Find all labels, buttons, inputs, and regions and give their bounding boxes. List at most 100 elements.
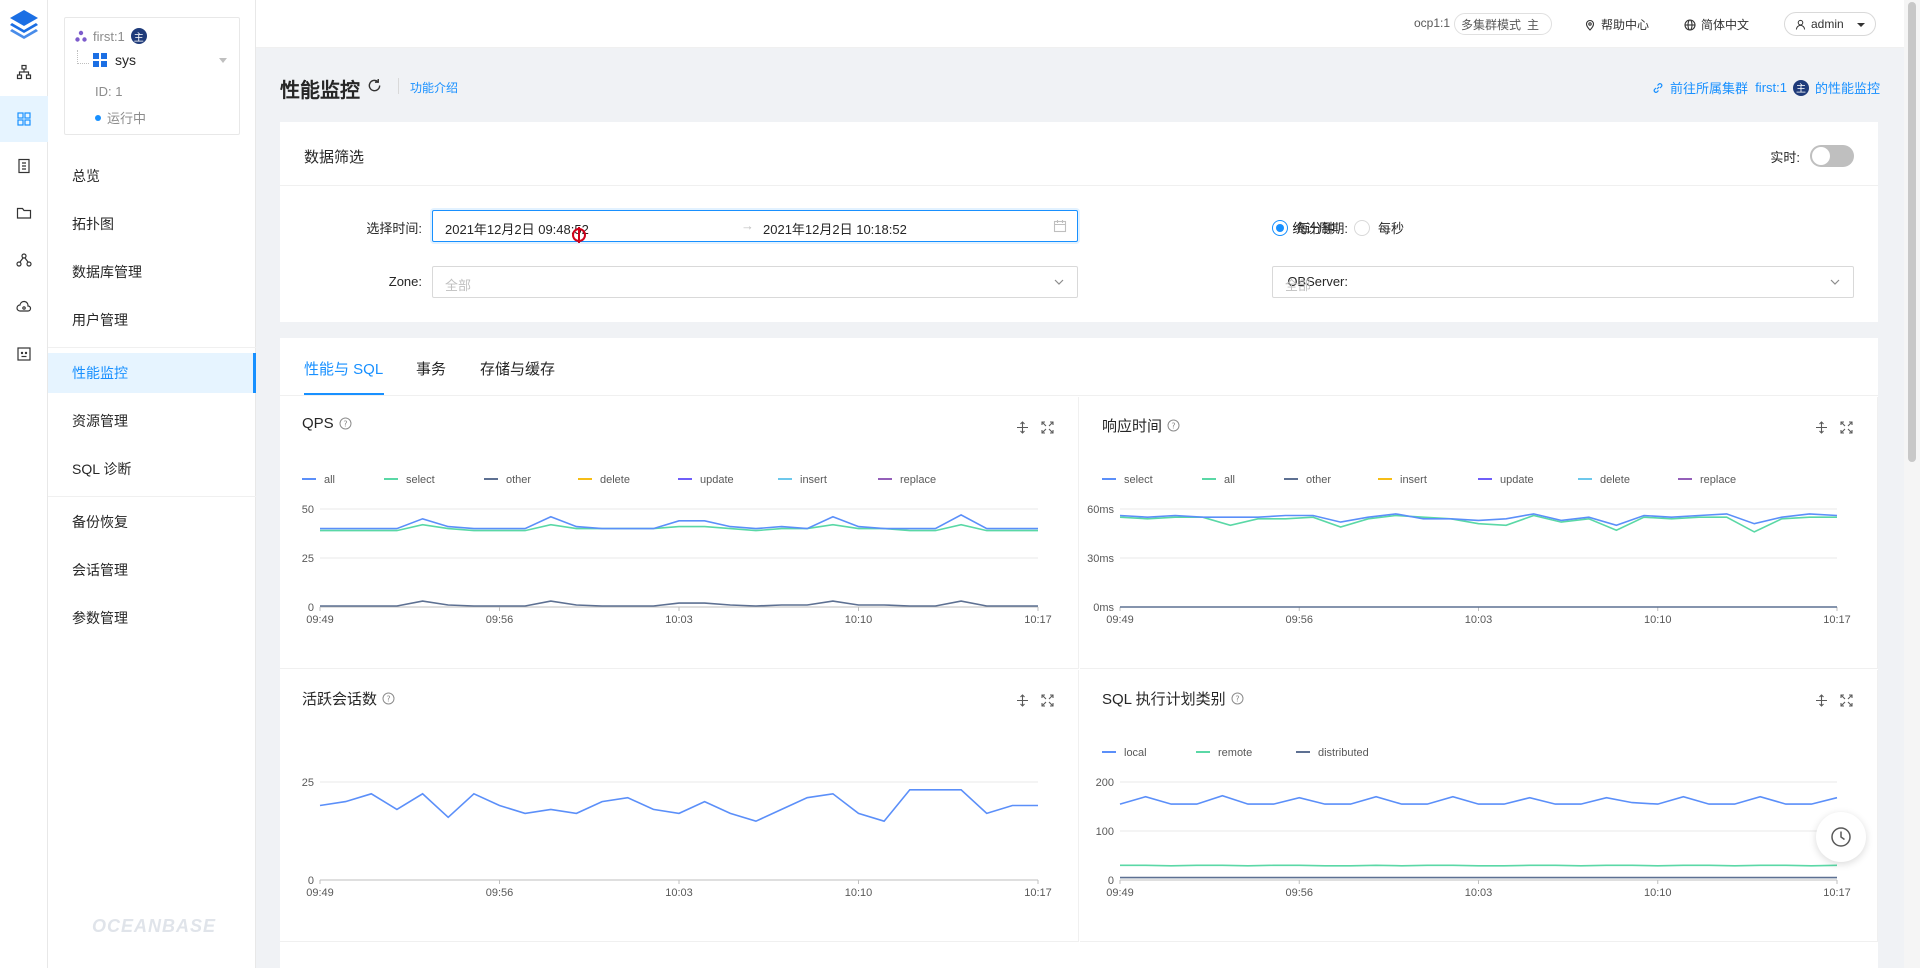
- cloud-icon[interactable]: [0, 284, 48, 330]
- x-tick-label: 09:49: [1106, 614, 1134, 626]
- legend-item: replace: [1700, 474, 1736, 486]
- x-tick-label: 09:56: [1285, 887, 1313, 899]
- clock-icon: [1831, 827, 1851, 847]
- radio-checked-icon: [1272, 219, 1288, 236]
- x-tick-label: 10:17: [1823, 614, 1851, 626]
- period-second-radio[interactable]: 每秒: [1354, 218, 1404, 237]
- link-icon: [1653, 82, 1663, 93]
- page-scrollbar[interactable]: [1904, 0, 1920, 968]
- y-tick-label: 0: [308, 875, 314, 887]
- legend-item: insert: [1400, 474, 1427, 486]
- x-tick-label: 09:49: [306, 887, 334, 899]
- tab-transactions[interactable]: 事务: [416, 358, 446, 379]
- ocp-instance: ocp1:1: [1414, 16, 1451, 30]
- tab-storage-cache[interactable]: 存储与缓存: [480, 358, 555, 379]
- cluster-mode-label: 多集群模式: [1461, 17, 1522, 32]
- tenant-id: ID: 1: [95, 84, 123, 99]
- observer-placeholder: 全部: [1285, 278, 1312, 293]
- legend-item: select: [1124, 474, 1153, 486]
- language-switch[interactable]: 简体中文: [1684, 16, 1749, 33]
- end-time-input[interactable]: 2021年12月2日 10:18:52: [763, 219, 907, 238]
- chart-canvas: all select other delete update insert replace 0…: [302, 474, 1052, 626]
- tenant-grid-icon[interactable]: [0, 96, 48, 142]
- refresh-icon[interactable]: [367, 78, 382, 93]
- menu-item-resources[interactable]: 资源管理: [48, 401, 256, 441]
- zone-select[interactable]: 全部: [432, 266, 1078, 298]
- cluster-label: first:1: [93, 28, 125, 44]
- feature-intro-link[interactable]: 功能介绍: [410, 79, 458, 96]
- active-sessions-panel: 活跃会话数? 0 25 09:49 09:56 10:03 10:10 10:17: [280, 670, 1079, 942]
- user-menu[interactable]: admin: [1784, 12, 1876, 36]
- tenant-selector[interactable]: first:1 主 sys ID: 1 运行中: [64, 17, 240, 135]
- menu-item-backup[interactable]: 备份恢复: [48, 502, 256, 542]
- menu-item-users[interactable]: 用户管理: [48, 300, 256, 340]
- menu-item-topology[interactable]: 拓扑图: [48, 204, 256, 244]
- x-tick-label: 09:56: [1285, 614, 1313, 626]
- chevron-down-icon: [1054, 279, 1064, 285]
- realtime-toggle[interactable]: [1810, 145, 1854, 167]
- help-center-link[interactable]: 帮助中心: [1584, 16, 1649, 33]
- y-tick-label: 60ms: [1087, 504, 1114, 516]
- menu-item-database[interactable]: 数据库管理: [48, 252, 256, 292]
- globe-icon: [1684, 18, 1696, 31]
- history-clock-button[interactable]: [1816, 812, 1866, 862]
- folder-icon[interactable]: [0, 190, 48, 236]
- icon-rail: [0, 0, 48, 968]
- y-tick-label: 50: [302, 504, 314, 516]
- monitor-face-icon[interactable]: [0, 331, 48, 377]
- zone-placeholder: 全部: [445, 278, 472, 293]
- chevron-down-icon: [1830, 279, 1840, 285]
- side-menu: first:1 主 sys ID: 1 运行中 总览 拓扑图 数据库管理 用户管…: [48, 0, 256, 968]
- oceanbase-logo-icon[interactable]: [6, 6, 42, 42]
- observer-select[interactable]: 全部: [1272, 266, 1854, 298]
- goto-cluster-monitor-link[interactable]: 前往所属集群 first:1 主 的性能监控: [1652, 78, 1880, 97]
- menu-divider: [48, 496, 256, 497]
- book-icon[interactable]: [0, 143, 48, 189]
- legend-item: remote: [1218, 747, 1252, 759]
- y-tick-label: 100: [1096, 826, 1114, 838]
- tenant-name[interactable]: sys: [93, 52, 136, 68]
- radio-unchecked-icon: [1354, 219, 1370, 236]
- arrow-right-icon: →: [741, 218, 754, 233]
- tab-performance-sql[interactable]: 性能与 SQL: [304, 358, 383, 379]
- x-tick-label: 09:56: [486, 887, 514, 899]
- user-icon: [1795, 19, 1806, 30]
- menu-item-sessions[interactable]: 会话管理: [48, 550, 256, 590]
- menu-item-overview[interactable]: 总览: [48, 156, 256, 196]
- menu-item-sql-diagnosis[interactable]: SQL 诊断: [48, 449, 256, 489]
- y-tick-label: 25: [302, 553, 314, 565]
- x-tick-label: 10:10: [845, 887, 873, 899]
- x-tick-label: 09:49: [1106, 887, 1134, 899]
- chevron-down-icon: [1857, 23, 1865, 27]
- location-pin-icon: [1585, 19, 1595, 31]
- calendar-icon: [1053, 220, 1067, 233]
- legend-item: select: [406, 474, 435, 486]
- x-tick-label: 10:03: [1465, 614, 1493, 626]
- network-icon[interactable]: [0, 237, 48, 283]
- main-badge: 主: [130, 28, 147, 44]
- menu-item-parameters[interactable]: 参数管理: [48, 598, 256, 638]
- tenant-status: 运行中: [95, 108, 146, 127]
- filter-title: 数据筛选: [304, 149, 365, 166]
- tree-connector: [77, 50, 89, 64]
- start-time-input[interactable]: 2021年12月2日 09:48:52: [445, 219, 589, 238]
- response-time-panel: 响应时间? select all other insert update delete rep…: [1080, 397, 1878, 669]
- x-tick-label: 10:03: [1465, 887, 1493, 899]
- x-tick-label: 10:10: [1644, 614, 1672, 626]
- period-minute-radio[interactable]: 每分钟: [1272, 218, 1335, 237]
- series-line: [320, 523, 1038, 532]
- y-tick-label: 0: [1108, 875, 1114, 887]
- user-name: admin: [1811, 17, 1844, 31]
- period-second-label: 每秒: [1378, 221, 1405, 236]
- time-range-picker[interactable]: 2021年12月2日 09:48:52 → 2021年12月2日 10:18:5…: [432, 210, 1078, 242]
- chevron-down-icon[interactable]: [219, 58, 227, 63]
- cluster-mode-switch[interactable]: 多集群模式主: [1454, 13, 1553, 35]
- tenant-grid-icon: [93, 53, 107, 67]
- cluster-icon[interactable]: [0, 49, 48, 95]
- page-title: 性能监控: [280, 80, 360, 102]
- menu-item-performance[interactable]: 性能监控: [48, 353, 256, 393]
- x-tick-label: 10:10: [1644, 887, 1672, 899]
- title-divider: [398, 78, 399, 94]
- scrollbar-thumb[interactable]: [1908, 2, 1916, 462]
- period-minute-label: 每分钟: [1296, 221, 1336, 236]
